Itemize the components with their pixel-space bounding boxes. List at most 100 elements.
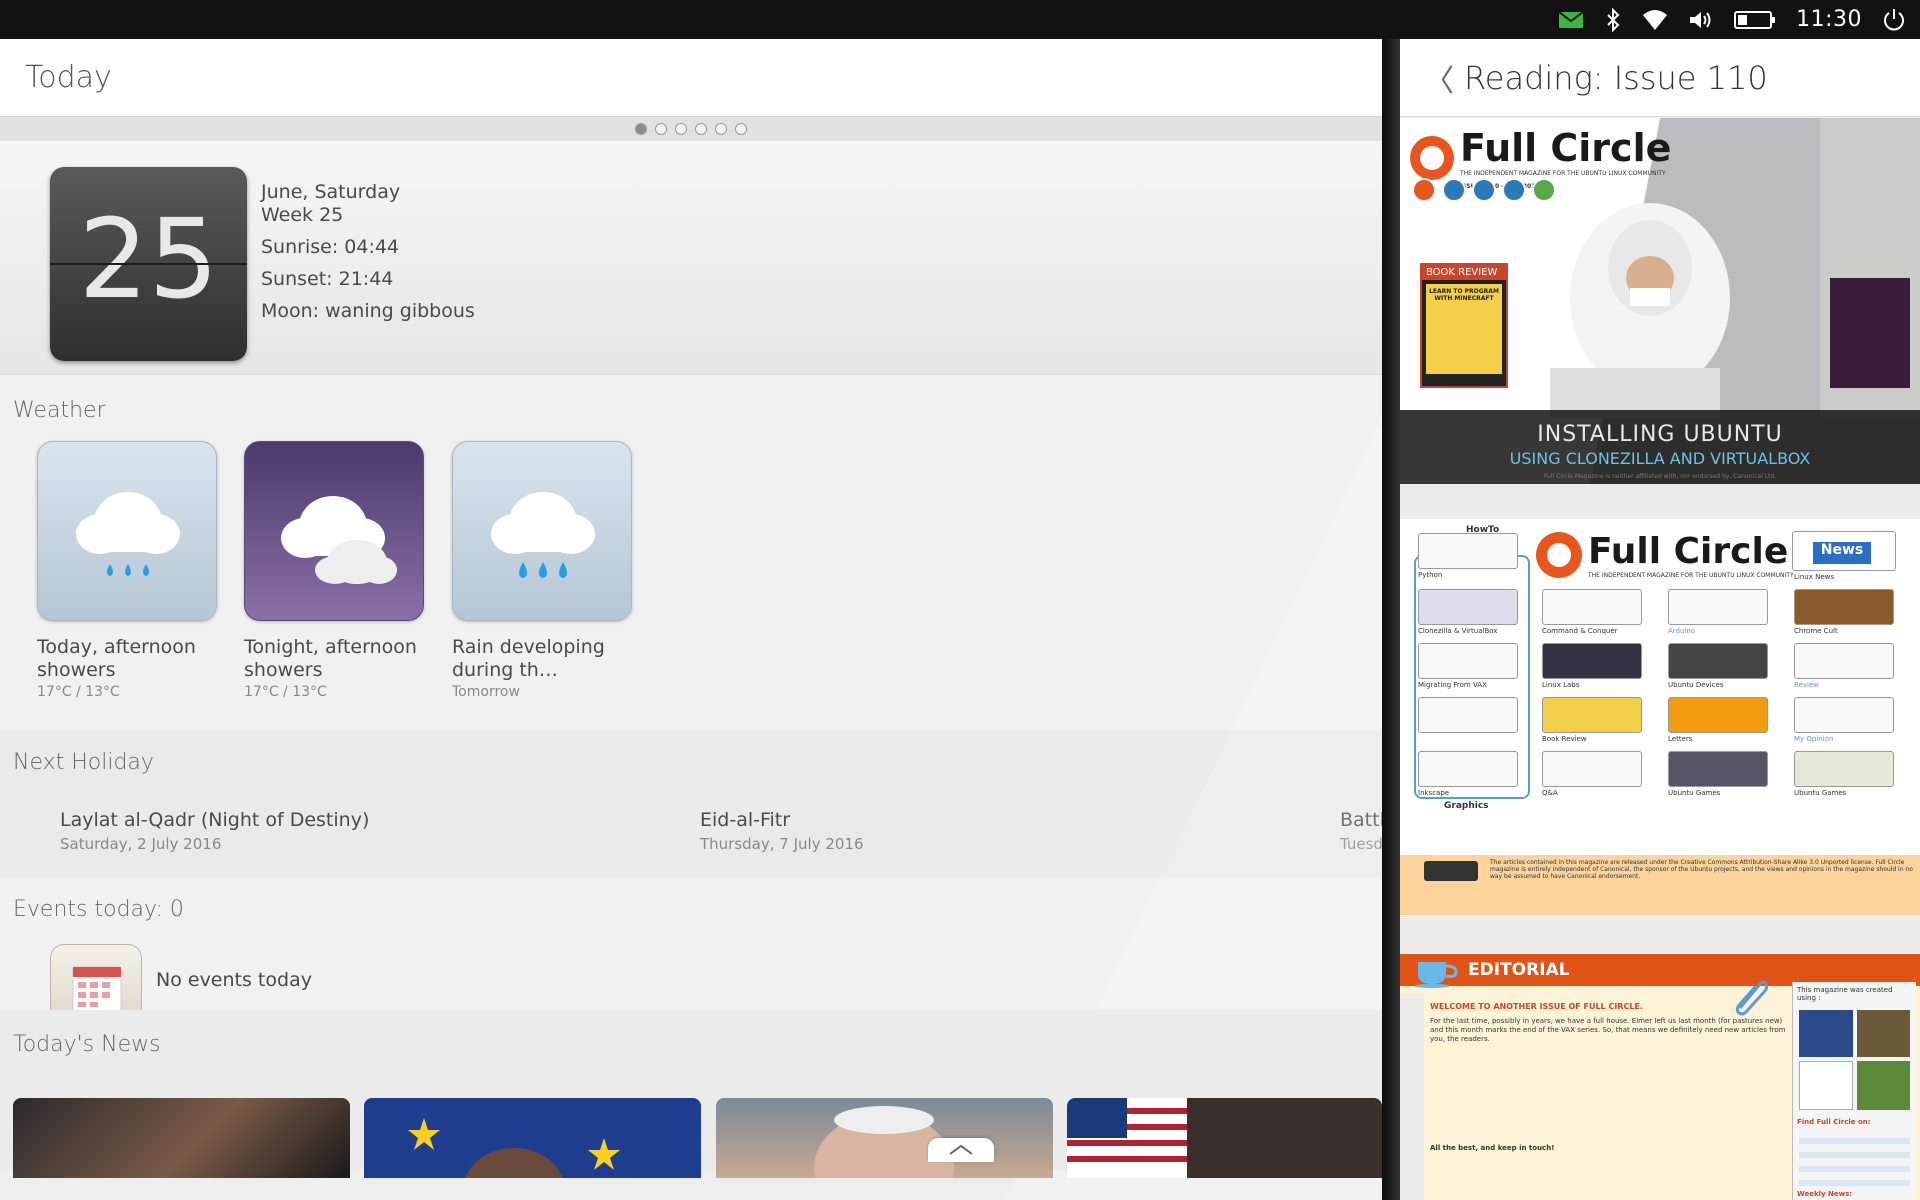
contents-cell[interactable]	[1542, 643, 1642, 679]
holiday-date: Tuesday	[1340, 835, 1382, 853]
news-thumbnail[interactable]	[1067, 1098, 1382, 1178]
cover-headline: INSTALLING UBUNTU	[1537, 422, 1783, 447]
contents-label: Ubuntu Games	[1668, 789, 1721, 797]
page-dot[interactable]	[635, 123, 647, 135]
contents-label: Python	[1418, 571, 1443, 579]
bluetooth-icon[interactable]	[1604, 0, 1622, 39]
contents-label: Arduino	[1668, 627, 1696, 635]
find-label: Find Full Circle on:	[1797, 1118, 1871, 1126]
cover-page[interactable]: Full Circle THE INDEPENDENT MAGAZINE FOR…	[1400, 118, 1920, 484]
contents-cell[interactable]	[1542, 589, 1642, 625]
status-bar: 11:30	[0, 0, 1920, 39]
chevron-up-icon[interactable]	[928, 1138, 994, 1162]
contents-label: Letters	[1668, 735, 1693, 743]
category-icons	[1412, 178, 1556, 202]
page-dot[interactable]	[735, 123, 747, 135]
contents-cell[interactable]	[1794, 751, 1894, 787]
contents-label: Chrome Cult	[1794, 627, 1838, 635]
news-thumbnail[interactable]	[716, 1098, 1053, 1178]
contents-cell[interactable]	[1668, 589, 1768, 625]
back-icon[interactable]: 〈	[1424, 56, 1454, 100]
magazine-tagline: THE INDEPENDENT MAGAZINE FOR THE UBUNTU …	[1588, 572, 1794, 579]
holiday-item[interactable]: Battle Tuesday	[1340, 809, 1382, 853]
creative-commons-icon	[1424, 861, 1478, 881]
editorial-welcome: WELCOME TO ANOTHER ISSUE OF FULL CIRCLE.	[1430, 1002, 1643, 1011]
page-indicator[interactable]	[0, 117, 1382, 141]
holiday-item[interactable]: Eid-al-Fitr Thursday, 7 July 2016	[700, 809, 864, 853]
contents-label: Review	[1794, 681, 1819, 689]
day-number: 25	[78, 195, 219, 323]
rain-cloud-icon	[37, 441, 217, 621]
gimp-logo-icon	[1856, 1010, 1910, 1057]
page-dot[interactable]	[695, 123, 707, 135]
weekly-news-label: Weekly News:	[1797, 1190, 1853, 1198]
rain-cloud-icon	[452, 441, 632, 621]
cover-subheadline: USING CLONEZILLA AND VIRTUALBOX	[1509, 449, 1811, 468]
moon-line: Moon: waning gibbous	[261, 300, 475, 322]
wifi-icon[interactable]	[1642, 0, 1668, 39]
editorial-page[interactable]: EDITORIAL WELCOME TO ANOTHER ISSUE OF FU…	[1400, 954, 1920, 1200]
contents-cell[interactable]	[1668, 643, 1768, 679]
weather-item[interactable]: Tonight, afternoon showers 17°C / 13°C	[244, 441, 424, 700]
reader-title: Reading: Issue 110	[1464, 58, 1768, 97]
book-title: LEARN TO PROGRAM WITH MINECRAFT	[1426, 284, 1502, 374]
weather-label: Tonight, afternoon showers	[244, 636, 417, 681]
graphics-label: Graphics	[1444, 801, 1489, 811]
contents-cell[interactable]	[1794, 697, 1894, 733]
sunrise-line: Sunrise: 04:44	[261, 236, 400, 258]
news-section: Today's News	[0, 1010, 1382, 1178]
power-icon[interactable]	[1882, 0, 1906, 39]
reader-header: 〈 Reading: Issue 110	[1400, 39, 1920, 117]
contents-cell[interactable]	[1542, 697, 1642, 733]
contents-cell[interactable]	[1668, 751, 1768, 787]
ubuntu-logo-icon	[1410, 136, 1454, 180]
contents-cell[interactable]	[1794, 643, 1894, 679]
magazine-logo: Full Circle THE INDEPENDENT MAGAZINE FOR…	[1536, 531, 1794, 579]
holiday-item[interactable]: Laylat al-Qadr (Night of Destiny) Saturd…	[60, 809, 369, 853]
date-line: June, Saturday	[261, 181, 401, 203]
contents-label: Linux Labs	[1542, 681, 1580, 689]
contents-cell[interactable]	[1418, 697, 1518, 733]
contents-cell[interactable]	[1418, 643, 1518, 679]
pane-divider[interactable]	[1382, 39, 1400, 1200]
page-dot[interactable]	[675, 123, 687, 135]
editorial-signoff: All the best, and keep in touch!	[1430, 1144, 1555, 1152]
weather-item[interactable]: Today, afternoon showers 17°C / 13°C	[37, 441, 217, 700]
date-card[interactable]: 25 June, Saturday Week 25 Sunrise: 04:44…	[0, 141, 1382, 375]
magazine-title: Full Circle	[1588, 531, 1789, 572]
contents-label: Linux News	[1794, 573, 1835, 581]
clock[interactable]: 11:30	[1796, 0, 1862, 39]
cover-banner: INSTALLING UBUNTU USING CLONEZILLA AND V…	[1400, 410, 1920, 484]
created-using-label: This magazine was created using :	[1797, 986, 1893, 1002]
cloud-icon	[244, 441, 424, 621]
weather-temps: 17°C / 13°C	[244, 684, 327, 700]
contents-label: Command & Conquer	[1542, 627, 1618, 635]
news-thumbnail[interactable]	[13, 1098, 350, 1178]
message-icon[interactable]	[1558, 0, 1584, 39]
ubuntu-logo-icon	[1536, 532, 1582, 578]
holiday-name: Eid-al-Fitr	[700, 809, 791, 831]
contents-page[interactable]: Full Circle THE INDEPENDENT MAGAZINE FOR…	[1400, 519, 1920, 916]
holiday-date: Thursday, 7 July 2016	[700, 835, 864, 853]
news-thumbnail[interactable]	[364, 1098, 701, 1178]
section-title: Next Holiday	[13, 750, 154, 775]
contents-cell[interactable]	[1418, 533, 1518, 569]
contents-cell[interactable]	[1418, 589, 1518, 625]
holiday-name: Laylat al-Qadr (Night of Destiny)	[60, 809, 370, 831]
page-dot[interactable]	[715, 123, 727, 135]
page-dot[interactable]	[655, 123, 667, 135]
news-cell[interactable]: News	[1792, 531, 1896, 571]
volume-icon[interactable]	[1688, 0, 1714, 39]
contents-label: Clonezilla & VirtualBox	[1418, 627, 1498, 635]
contents-cell[interactable]	[1794, 589, 1894, 625]
magazine-title: Full Circle	[1460, 126, 1672, 170]
holiday-date: Saturday, 2 July 2016	[60, 835, 222, 853]
contents-cell[interactable]	[1542, 751, 1642, 787]
battery-icon[interactable]	[1734, 0, 1776, 39]
contents-cell[interactable]	[1668, 697, 1768, 733]
no-events-text: No events today	[156, 969, 312, 991]
contents-label: My Opinion	[1794, 735, 1834, 743]
weather-label: Today, afternoon showers	[37, 636, 196, 681]
contents-cell[interactable]	[1418, 751, 1518, 787]
weather-item[interactable]: Rain developing during th… Tomorrow	[452, 441, 632, 700]
